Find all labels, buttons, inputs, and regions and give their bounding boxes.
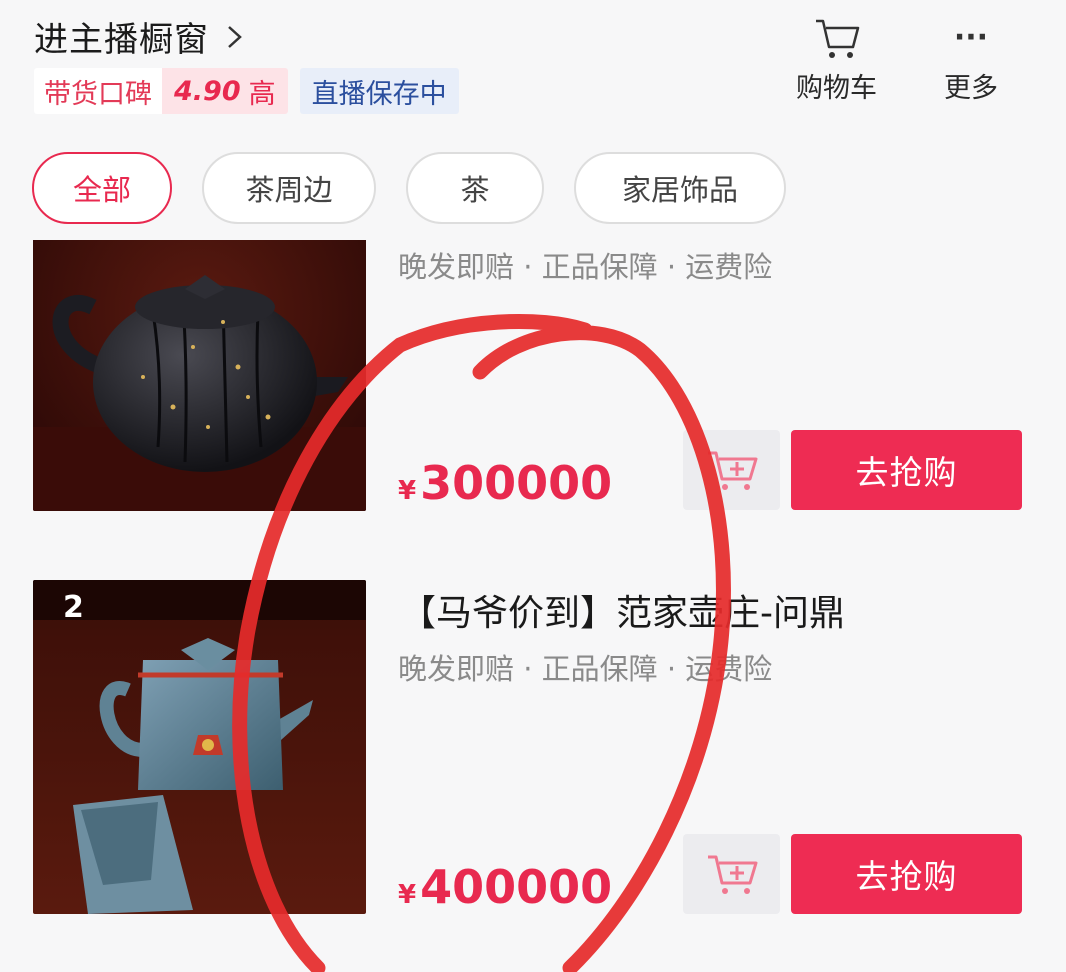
reputation-level: 高 — [248, 78, 276, 110]
currency-symbol: ¥ — [398, 476, 417, 506]
reputation-score: 4.90 — [174, 75, 241, 107]
product-1-price: ¥ 300000 — [398, 456, 612, 510]
shop-tags: 带货口碑 4.90 高 直播保存中 — [34, 68, 459, 114]
cart-icon — [815, 19, 859, 58]
more-label: 更多 — [944, 73, 998, 104]
product-1-guarantee: 晚发即赔 · 正品保障 · 运费险 — [398, 250, 773, 284]
cart-plus-icon — [707, 451, 757, 490]
page-title: 进主播橱窗 — [34, 20, 209, 60]
product-2-guarantee: 晚发即赔 · 正品保障 · 运费险 — [398, 652, 773, 686]
category-chip-home-decor[interactable]: 家居饰品 — [574, 152, 786, 224]
live-status-badge: 直播保存中 — [299, 68, 459, 114]
showcase-title-link[interactable]: 进主播橱窗 — [34, 12, 247, 61]
product-2-buy-button[interactable]: 去抢购 — [791, 834, 1022, 914]
rank-badge: 2 — [63, 590, 84, 625]
chevron-right-icon — [228, 25, 242, 48]
cart-label: 购物车 — [796, 73, 877, 104]
product-2-image[interactable]: 2 — [33, 580, 366, 914]
price-value: 400000 — [420, 860, 613, 914]
category-chip-tea[interactable]: 茶 — [406, 152, 544, 224]
category-chip-all[interactable]: 全部 — [32, 152, 172, 224]
more-button[interactable]: ··· 更多 — [944, 16, 998, 105]
currency-symbol: ¥ — [398, 880, 417, 910]
price-value: 300000 — [420, 456, 613, 510]
product-1-add-to-cart-button[interactable] — [683, 430, 780, 510]
category-chip-tea-accessories[interactable]: 茶周边 — [202, 152, 376, 224]
category-filter-bar: 全部 茶周边 茶 家居饰品 — [32, 152, 816, 224]
product-2-add-to-cart-button[interactable] — [683, 834, 780, 914]
more-icon: ··· — [953, 20, 989, 55]
showcase-header: 进主播橱窗 带货口碑 4.90 高 直播保存中 购物车 ··· 更多 全部 茶周… — [0, 0, 1066, 240]
reputation-label: 带货口碑 — [34, 68, 162, 114]
product-2-price: ¥ 400000 — [398, 860, 612, 914]
reputation-score-badge: 4.90 高 — [162, 68, 288, 114]
product-1-buy-button[interactable]: 去抢购 — [791, 430, 1022, 510]
cart-button[interactable]: 购物车 — [796, 16, 877, 105]
cart-plus-icon — [707, 855, 757, 894]
product-2-title[interactable]: 【马爷价到】范家壶庄-问鼎 — [400, 584, 845, 636]
